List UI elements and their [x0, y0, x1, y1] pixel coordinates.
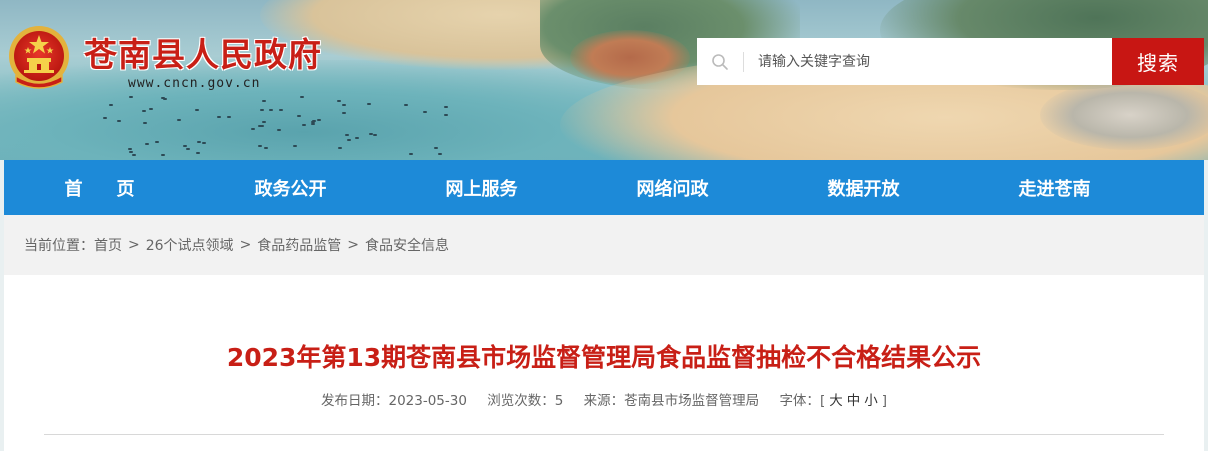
boat-mark [160, 97, 165, 100]
article-meta: 发布日期：2023-05-30 浏览次数：5 来源：苍南县市场监督管理局 字体：… [4, 389, 1204, 409]
publish-date-value: 2023-05-30 [388, 393, 467, 409]
view-count: 浏览次数：5 [487, 393, 563, 409]
boat-mark [145, 142, 150, 145]
boat-mark [128, 147, 133, 150]
breadcrumb-separator: > [347, 237, 360, 253]
boat-mark [202, 141, 207, 144]
breadcrumb-link-pilot-areas[interactable]: 26个试点领域 [146, 235, 234, 255]
nav-item-home[interactable]: 首页 [4, 160, 195, 215]
site-url: www.cncn.gov.cn [128, 76, 261, 91]
banner-town [1040, 80, 1208, 150]
boat-mark [117, 119, 122, 122]
nav-item-about-cangnan[interactable]: 走进苍南 [959, 160, 1150, 215]
font-medium-button[interactable]: 中 [847, 393, 861, 409]
breadcrumb-link-home[interactable]: 首页 [94, 235, 122, 255]
source: 来源：苍南县市场监督管理局 [584, 393, 760, 409]
publish-date: 发布日期：2023-05-30 [321, 393, 467, 409]
nav-item-government-affairs[interactable]: 政务公开 [195, 160, 386, 215]
search-button[interactable]: 搜索 [1112, 38, 1204, 85]
search-icon [697, 53, 743, 71]
breadcrumb: 当前位置： 首页 > 26个试点领域 > 食品药品监管 > 食品安全信息 [4, 215, 1204, 275]
search-input[interactable] [758, 46, 1113, 77]
breadcrumb-link-food-drug[interactable]: 食品药品监管 [257, 235, 341, 255]
boat-mark [177, 118, 182, 121]
boat-mark [354, 136, 359, 139]
breadcrumb-prefix: 当前位置： [24, 238, 94, 254]
search-divider [743, 51, 744, 72]
boat-mark [293, 144, 298, 147]
font-label: 字体： [779, 393, 820, 409]
font-small-button[interactable]: 小 [864, 393, 878, 409]
boat-mark [438, 153, 443, 156]
source-label: 来源： [583, 393, 625, 409]
article-title: 2023年第13期苍南县市场监督管理局食品监督抽检不合格结果公示 [226, 343, 982, 372]
boat-mark [296, 114, 301, 117]
publish-label: 发布日期： [320, 393, 389, 409]
font-size-control: 字体：[大中小] [779, 393, 887, 409]
boat-mark [250, 128, 255, 131]
boat-mark [226, 116, 231, 118]
boat-mark [337, 147, 342, 150]
source-value: 苍南县市场监督管理局 [624, 393, 760, 409]
boat-mark [185, 148, 190, 151]
boat-mark [143, 121, 148, 124]
boat-mark [433, 146, 438, 149]
national-emblem-icon [6, 24, 72, 96]
boat-mark [182, 144, 187, 147]
main-content: 当前位置： 首页 > 26个试点领域 > 食品药品监管 > 食品安全信息 202… [4, 215, 1204, 451]
boat-mark [197, 140, 202, 143]
boat-mark [346, 139, 351, 142]
boat-mark [102, 116, 107, 119]
views-value: 5 [554, 393, 564, 409]
search-box [697, 38, 1113, 85]
boat-mark [403, 103, 408, 106]
boat-mark [422, 110, 427, 113]
breadcrumb-separator: > [239, 237, 252, 253]
boat-mark [341, 111, 346, 114]
font-large-button[interactable]: 大 [829, 393, 843, 409]
boat-mark [336, 99, 341, 102]
nav-item-online-services[interactable]: 网上服务 [386, 160, 577, 215]
boat-mark [345, 133, 350, 136]
site-title[interactable]: 苍南县人民政府 [84, 28, 322, 76]
breadcrumb-separator: > [128, 237, 140, 253]
boat-mark [195, 109, 200, 112]
breadcrumb-link-food-safety[interactable]: 食品安全信息 [365, 235, 449, 255]
font-bracket-close: ] [881, 393, 887, 409]
boat-mark [128, 150, 133, 153]
views-label: 浏览次数： [487, 393, 555, 409]
boat-mark [141, 109, 146, 112]
boat-mark [317, 119, 322, 122]
font-bracket-open: [ [819, 393, 826, 409]
boat-mark [108, 104, 113, 107]
nav-item-open-data[interactable]: 数据开放 [768, 160, 959, 215]
boat-mark [301, 124, 306, 127]
boat-mark [409, 153, 413, 156]
boat-mark [257, 124, 262, 127]
divider [44, 434, 1164, 435]
boat-mark [276, 128, 281, 131]
nav-item-online-inquiry[interactable]: 网络问政 [577, 160, 768, 215]
main-nav: 首页 政务公开 网上服务 网络问政 数据开放 走进苍南 [4, 160, 1204, 215]
